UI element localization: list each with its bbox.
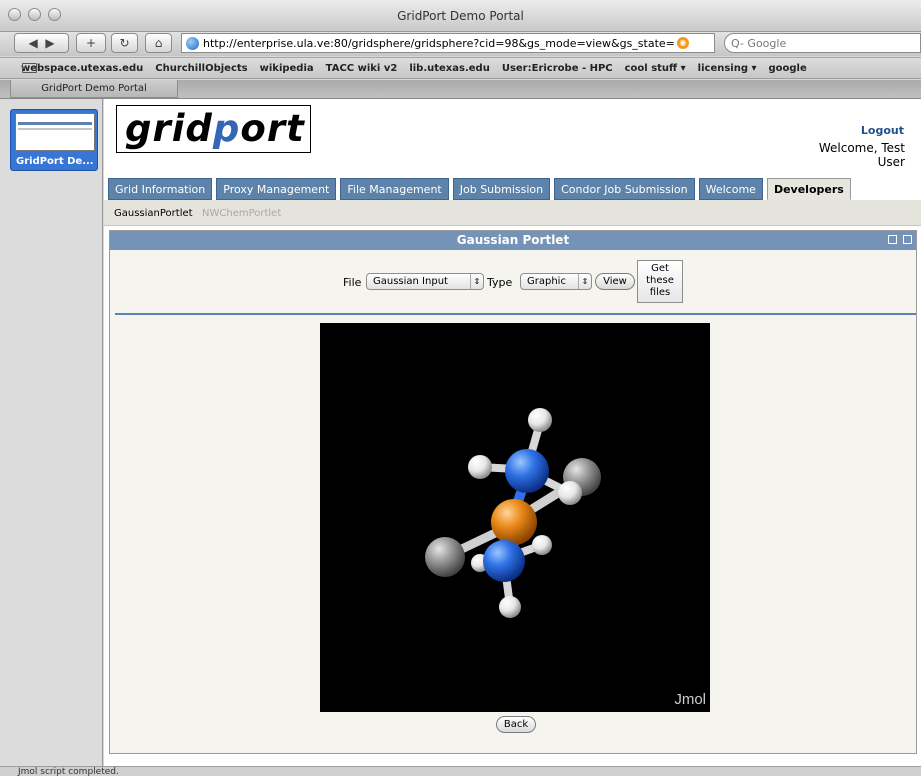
file-select[interactable]: Gaussian Input ⇕ [366,273,484,290]
logo-text: grid [125,107,213,150]
browser-tab-strip: GridPort Demo Portal [0,80,921,99]
home-icon: ⌂ [154,36,163,50]
portal-page: gridport Logout Welcome, Test User Grid … [104,99,921,766]
logo-accent: p [212,107,241,150]
portlet-title: Gaussian Portlet [456,233,570,247]
type-label: Type [487,276,513,289]
back-arrow-icon[interactable]: ◀ [28,36,37,50]
bookmark-menu[interactable]: cool stuff ▾ [625,63,686,74]
select-arrows-icon: ⇕ [470,274,483,289]
get-these-files-button[interactable]: Get these files [637,260,683,303]
file-select-value: Gaussian Input [373,276,448,287]
molecule-render [425,408,601,618]
maximize-portlet-icon[interactable] [903,235,912,244]
gaussian-portlet: Gaussian Portlet File Gaussian Input ⇕ T… [109,230,917,754]
subtab-gaussian[interactable]: GaussianPortlet [114,208,193,219]
drawer-thumbnail[interactable]: GridPort De... [10,109,98,171]
add-bookmark-button[interactable]: + [76,33,106,53]
home-button[interactable]: ⌂ [145,33,172,53]
address-bar[interactable]: http://enterprise.ula.ve:80/gridsphere/g… [181,33,715,53]
portlet-header: Gaussian Portlet [110,231,916,250]
bookmark-item[interactable]: ChurchillObjects [155,63,247,74]
tab-file-management[interactable]: File Management [340,178,449,200]
page-thumbnail [15,113,95,151]
file-label: File [343,276,362,289]
bookmark-item[interactable]: google [769,63,807,74]
address-text: http://enterprise.ula.ve:80/gridsphere/g… [203,36,675,50]
subtab-nwchem[interactable]: NWChemPortlet [202,208,281,219]
status-bar: Jmol script completed. [0,766,921,776]
window-title: GridPort Demo Portal [397,9,524,23]
atoms [425,408,601,618]
type-select[interactable]: Graphic ⇕ [520,273,592,290]
jmol-watermark: Jmol [674,691,706,708]
rss-icon[interactable]: ◉ [676,37,689,49]
select-arrows-icon: ⇕ [578,274,591,289]
tab-condor-job-submission[interactable]: Condor Job Submission [554,178,695,200]
tab-welcome[interactable]: Welcome [698,178,763,200]
gridport-logo[interactable]: gridport [116,105,311,153]
tab-job-submission[interactable]: Job Submission [452,178,551,200]
logo-text: ort [240,107,305,150]
bookmark-item[interactable]: TACC wiki v2 [326,63,398,74]
logout-link[interactable]: Logout [861,124,904,137]
minimize-portlet-icon[interactable] [888,235,897,244]
bookmark-item[interactable]: wikipedia [260,63,314,74]
back-button[interactable]: Back [496,716,536,733]
jmol-viewer[interactable]: Jmol [320,323,710,712]
bookmark-item[interactable]: webspace.utexas.edu [21,63,143,74]
bookmark-menu[interactable]: licensing ▾ [698,63,757,74]
tab-drawer: GridPort De... [0,99,103,766]
bookmark-item[interactable]: User:Ericrobe - HPC [502,63,613,74]
tab-grid-information[interactable]: Grid Information [108,178,213,200]
view-button[interactable]: View [595,273,635,290]
tab-proxy-management[interactable]: Proxy Management [216,178,337,200]
bookmark-item[interactable]: lib.utexas.edu [409,63,490,74]
reload-icon: ↻ [119,36,130,50]
tab-developers[interactable]: Developers [766,178,851,200]
divider [115,313,916,315]
portlet-controls: File Gaussian Input ⇕ Type Graphic ⇕ Vie… [110,260,918,304]
browser-window: GridPort Demo Portal ◀ ▶ + ↻ ⌂ http://en… [0,0,921,776]
bookmarks-book-icon[interactable] [22,63,37,73]
thumbnail-label: GridPort De... [16,156,94,167]
bookmarks-bar: webspace.utexas.edu ChurchillObjects wik… [0,57,921,79]
welcome-text: Welcome, Test User [818,141,905,169]
back-forward-button[interactable]: ◀ ▶ [14,33,69,53]
portlet-subtabs: GaussianPortlet NWChemPortlet [104,200,921,226]
browser-tab[interactable]: GridPort Demo Portal [10,80,178,98]
browser-toolbar: ◀ ▶ + ↻ ⌂ http://enterprise.ula.ve:80/gr… [0,32,921,56]
title-bar: GridPort Demo Portal [0,0,921,32]
reload-button[interactable]: ↻ [111,33,138,53]
type-select-value: Graphic [527,276,566,287]
forward-arrow-icon[interactable]: ▶ [45,36,54,50]
search-field[interactable]: Q- Google [724,33,921,53]
portal-tabs: Grid Information Proxy Management File M… [108,178,855,200]
globe-icon [186,36,199,50]
